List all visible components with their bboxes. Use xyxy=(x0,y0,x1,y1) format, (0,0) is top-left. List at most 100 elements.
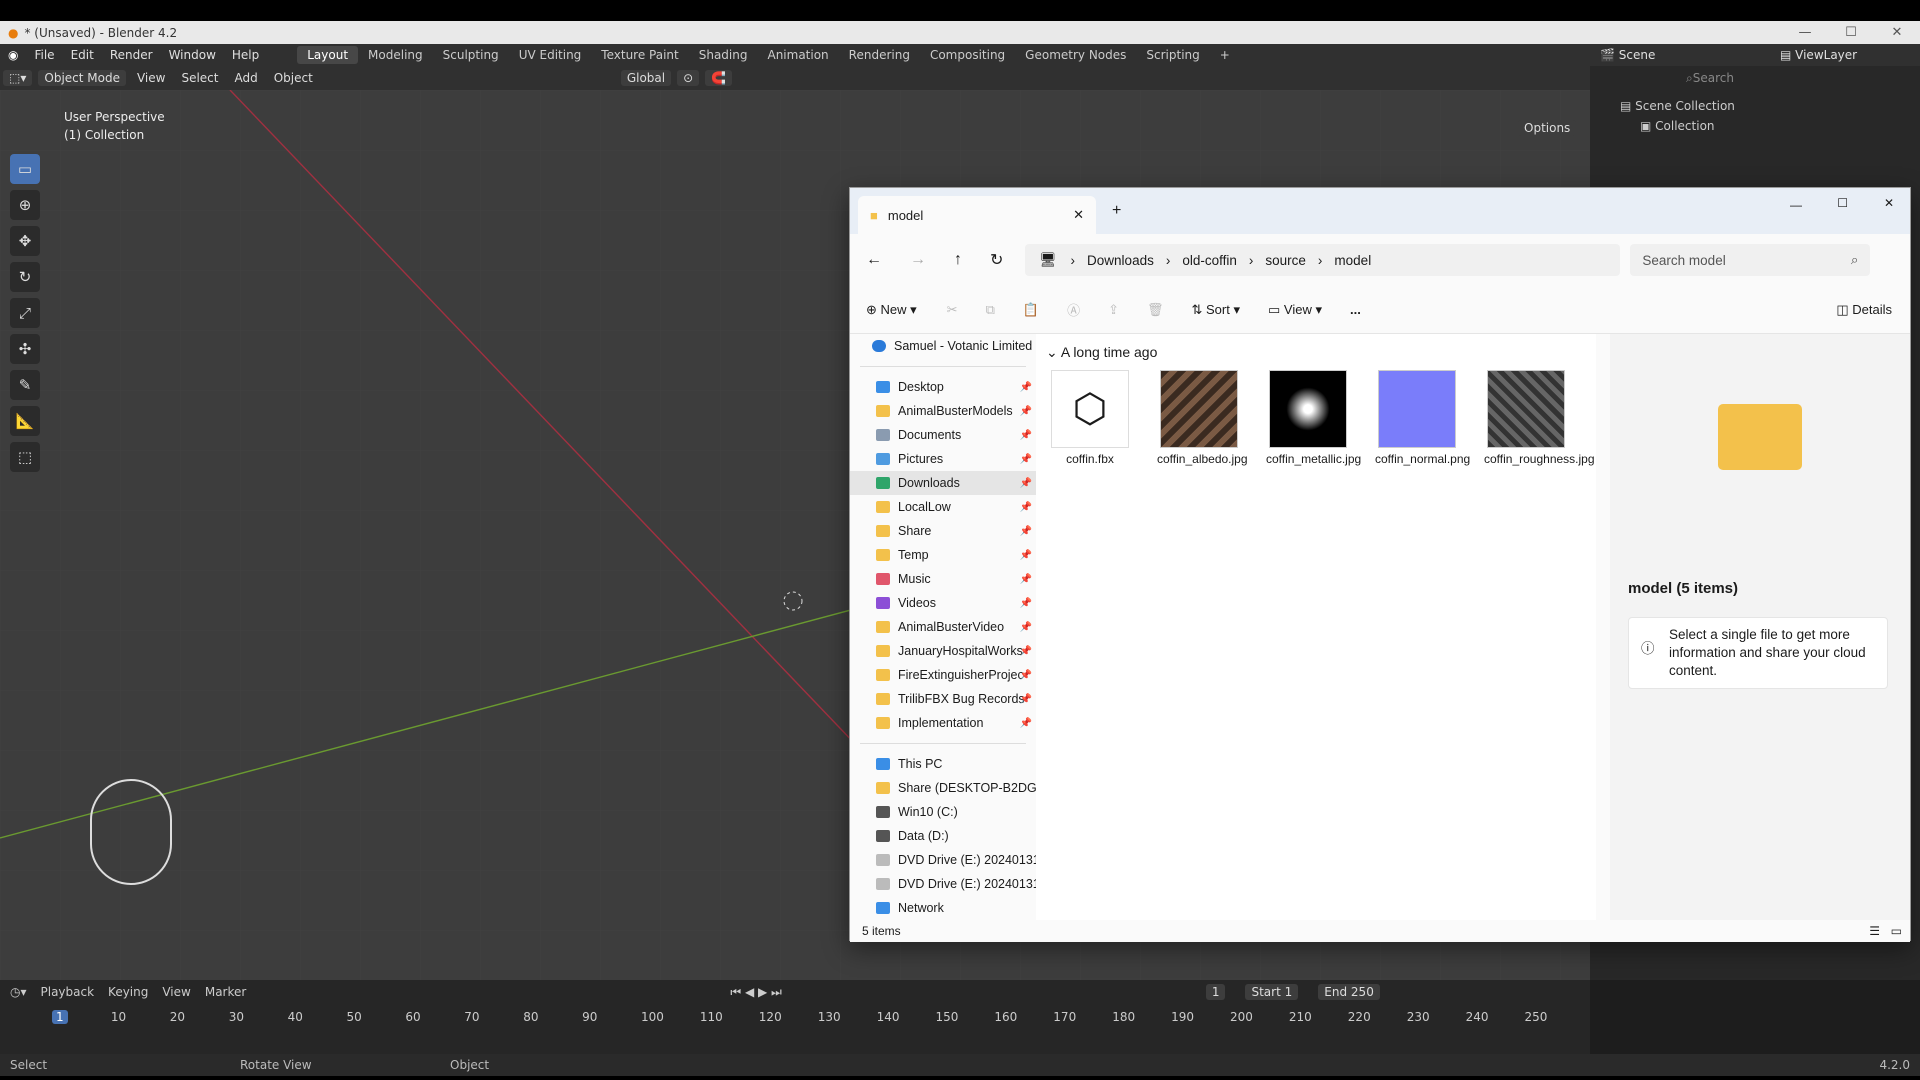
measure-icon[interactable]: 📐 xyxy=(10,406,40,436)
cut-icon[interactable]: ✂ xyxy=(947,302,958,318)
mode-dropdown[interactable]: Object Mode xyxy=(38,70,126,86)
pin-icon[interactable]: 📌 xyxy=(1020,694,1032,705)
rename-icon[interactable]: Ⓐ xyxy=(1067,300,1080,319)
nav-item[interactable]: Share 📌 xyxy=(850,519,1036,543)
add-workspace-icon[interactable]: + xyxy=(1210,46,1240,64)
tab-compositing[interactable]: Compositing xyxy=(920,46,1015,64)
keying-menu[interactable]: Keying xyxy=(108,985,148,999)
timeline-editor-icon[interactable]: ◷▾ xyxy=(10,985,27,999)
pin-icon[interactable]: 📌 xyxy=(1020,478,1032,489)
snap-icon[interactable]: 🧲 xyxy=(705,70,733,86)
menu-add[interactable]: Add xyxy=(226,71,265,85)
nav-item[interactable]: Temp 📌 xyxy=(850,543,1036,567)
add-cube-icon[interactable]: ⬚ xyxy=(10,442,40,472)
nav-item[interactable]: JanuaryHospitalWorks 📌 xyxy=(850,639,1036,663)
menu-object[interactable]: Object xyxy=(266,71,321,85)
copy-icon[interactable]: ⧉ xyxy=(986,302,995,318)
maximize-icon[interactable]: ☐ xyxy=(1837,196,1848,210)
nav-item[interactable]: Win10 (C:) xyxy=(850,800,1036,824)
select-box-icon[interactable]: ▭ xyxy=(10,154,40,184)
nav-item[interactable]: Data (D:) xyxy=(850,824,1036,848)
pin-icon[interactable]: 📌 xyxy=(1020,574,1032,585)
nav-item[interactable]: Desktop 📌 xyxy=(850,375,1036,399)
file-list[interactable]: ⌄ A long time ago ⬡ coffin.fbx coffin_al… xyxy=(1036,334,1596,920)
scale-icon[interactable]: ⤢ xyxy=(10,298,40,328)
more-button[interactable]: ... xyxy=(1350,302,1361,317)
minimize-icon[interactable]: — xyxy=(1782,21,1828,44)
tab-uv-editing[interactable]: UV Editing xyxy=(509,46,592,64)
tab-geometry-nodes[interactable]: Geometry Nodes xyxy=(1015,46,1136,64)
tab-close-icon[interactable]: ✕ xyxy=(1073,207,1084,223)
paste-icon[interactable]: 📋 xyxy=(1023,302,1039,318)
transform-icon[interactable]: ✣ xyxy=(10,334,40,364)
viewlayer-selector[interactable]: ▤ ViewLayer xyxy=(1780,48,1857,62)
breadcrumb[interactable]: 🖥 › Downloads › old-coffin › source › model xyxy=(1025,244,1621,276)
nav-onedrive[interactable]: Samuel - Votanic Limited xyxy=(850,334,1036,358)
nav-item[interactable]: Music 📌 xyxy=(850,567,1036,591)
new-button[interactable]: ⊕ New ▾ xyxy=(866,302,917,318)
tab-sculpting[interactable]: Sculpting xyxy=(433,46,509,64)
orientation-dropdown[interactable]: Global xyxy=(620,70,672,86)
menu-window[interactable]: Window xyxy=(161,48,224,62)
nav-item[interactable]: AnimalBusterVideo 📌 xyxy=(850,615,1036,639)
crumb-downloads[interactable]: Downloads xyxy=(1087,253,1154,268)
tab-layout[interactable]: Layout xyxy=(297,46,359,64)
menu-select[interactable]: Select xyxy=(173,71,226,85)
playback-menu[interactable]: Playback xyxy=(41,985,95,999)
rotate-icon[interactable]: ↻ xyxy=(10,262,40,292)
minimize-icon[interactable]: — xyxy=(1790,198,1802,212)
close-icon[interactable]: ✕ xyxy=(1884,196,1894,210)
file-item[interactable]: coffin_metallic.jpg xyxy=(1266,370,1361,467)
nav-item[interactable]: Downloads 📌 xyxy=(850,471,1036,495)
pivot-icon[interactable]: ⊙ xyxy=(677,70,700,86)
nav-item[interactable]: Pictures 📌 xyxy=(850,447,1036,471)
nav-item[interactable]: FireExtinguisherProjec 📌 xyxy=(850,663,1036,687)
tab-modeling[interactable]: Modeling xyxy=(358,46,433,64)
menu-file[interactable]: File xyxy=(26,48,62,62)
pin-icon[interactable]: 📌 xyxy=(1020,382,1032,393)
nav-item[interactable]: Videos 📌 xyxy=(850,591,1036,615)
delete-icon[interactable]: 🗑 xyxy=(1147,302,1164,318)
file-item[interactable]: coffin_roughness.jpg xyxy=(1484,370,1595,467)
outliner-search[interactable]: ⌕ Search xyxy=(1590,66,1920,90)
sort-button[interactable]: ⇅ Sort ▾ xyxy=(1192,302,1241,318)
playback-controls[interactable]: ⏮ ◀ ▶ ⏭ xyxy=(730,985,782,1000)
computer-icon[interactable]: 🖥 xyxy=(1039,252,1056,268)
pin-icon[interactable]: 📌 xyxy=(1020,622,1032,633)
start-frame-field[interactable]: Start 1 xyxy=(1245,984,1299,1000)
pin-icon[interactable]: 📌 xyxy=(1020,670,1032,681)
list-view-icon[interactable]: ☰ xyxy=(1869,924,1880,938)
timeline-view-menu[interactable]: View xyxy=(162,985,190,999)
pin-icon[interactable]: 📌 xyxy=(1020,502,1032,513)
options-button[interactable]: Options xyxy=(1518,120,1577,136)
file-item[interactable]: ⬡ coffin.fbx xyxy=(1048,370,1132,467)
tile-view-icon[interactable]: ▭ xyxy=(1891,924,1902,938)
forward-icon[interactable]: → xyxy=(910,251,926,269)
nav-item[interactable]: Implementation 📌 xyxy=(850,711,1036,735)
group-header[interactable]: ⌄ A long time ago xyxy=(1046,344,1157,361)
new-tab-icon[interactable]: + xyxy=(1112,202,1121,220)
pin-icon[interactable]: 📌 xyxy=(1020,646,1032,657)
file-item[interactable]: coffin_albedo.jpg xyxy=(1157,370,1248,467)
pin-icon[interactable]: 📌 xyxy=(1020,526,1032,537)
nav-item[interactable]: DVD Drive (E:) 202401311 xyxy=(850,872,1036,896)
crumb-old-coffin[interactable]: old-coffin xyxy=(1182,253,1237,268)
close-icon[interactable]: ✕ xyxy=(1874,21,1920,44)
nav-item[interactable]: Documents 📌 xyxy=(850,423,1036,447)
current-frame-field[interactable]: 1 xyxy=(1205,984,1226,1000)
share-icon[interactable]: ⇪ xyxy=(1108,302,1119,318)
scene-collection-item[interactable]: ▤ Scene Collection xyxy=(1620,96,1920,116)
nav-item[interactable]: This PC xyxy=(850,752,1036,776)
search-input[interactable]: Search model ⌕ xyxy=(1630,244,1871,276)
tab-scripting[interactable]: Scripting xyxy=(1136,46,1209,64)
tab-shading[interactable]: Shading xyxy=(689,46,758,64)
collection-item[interactable]: ▣ Collection xyxy=(1620,116,1920,136)
nav-item[interactable]: LocalLow 📌 xyxy=(850,495,1036,519)
crumb-source[interactable]: source xyxy=(1265,253,1306,268)
menu-render[interactable]: Render xyxy=(102,48,161,62)
move-icon[interactable]: ✥ xyxy=(10,226,40,256)
up-icon[interactable]: ↑ xyxy=(954,251,962,269)
nav-item[interactable]: TrilibFBX Bug Records 📌 xyxy=(850,687,1036,711)
pin-icon[interactable]: 📌 xyxy=(1020,550,1032,561)
nav-item[interactable]: DVD Drive (E:) 20240131 xyxy=(850,848,1036,872)
